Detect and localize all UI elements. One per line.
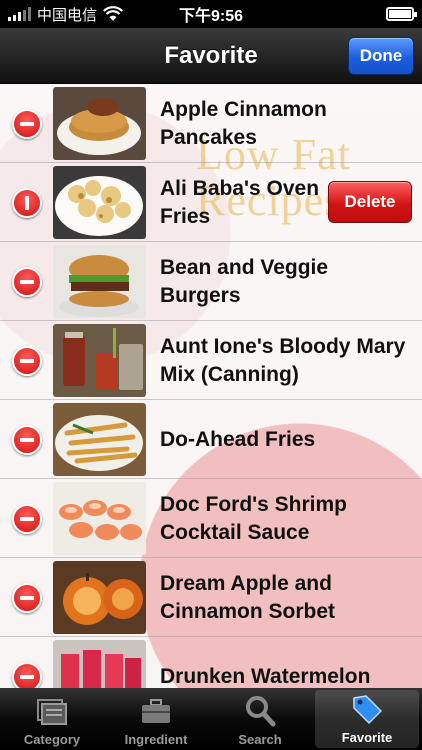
- tab-favorite[interactable]: Favorite: [315, 690, 419, 748]
- tab-search[interactable]: Search: [208, 688, 312, 750]
- recipe-thumbnail: [53, 324, 146, 397]
- category-icon: [37, 699, 67, 725]
- status-bar: 中国电信 下午9:56: [0, 0, 422, 28]
- list-item[interactable]: Doc Ford's Shrimp Cocktail Sauce: [0, 479, 422, 558]
- delete-control-icon[interactable]: [12, 425, 42, 455]
- recipe-title: Apple Cinnamon Pancakes: [160, 97, 327, 149]
- done-button[interactable]: Done: [348, 37, 414, 75]
- recipe-thumbnail: [53, 245, 146, 318]
- delete-control-icon[interactable]: [12, 109, 42, 139]
- list-item[interactable]: Ali Baba's Oven Fries Delete: [0, 163, 422, 242]
- delete-button[interactable]: Delete: [328, 181, 412, 223]
- recipe-title: Doc Ford's Shrimp Cocktail Sauce: [160, 492, 348, 544]
- recipe-thumbnail: [53, 561, 146, 634]
- recipe-title: Drunken Watermelon: [160, 664, 371, 688]
- list-item[interactable]: Drunken Watermelon: [0, 637, 422, 688]
- battery-icon: [386, 7, 417, 21]
- page-title: Favorite: [164, 41, 258, 69]
- tab-label: Category: [23, 732, 81, 747]
- recipe-thumbnail: [53, 482, 146, 555]
- list-item[interactable]: Apple Cinnamon Pancakes: [0, 84, 422, 163]
- list-item[interactable]: Do-Ahead Fries: [0, 400, 422, 479]
- magnifier-icon: [246, 696, 276, 727]
- list-item[interactable]: Aunt Ione's Bloody Mary Mix (Canning): [0, 321, 422, 400]
- tab-ingredient[interactable]: Ingredient: [104, 688, 208, 750]
- tab-bar: Category Ingredient Search Favorite: [0, 688, 422, 750]
- tab-label: Favorite: [341, 730, 393, 745]
- recipe-title: Dream Apple and Cinnamon Sorbet: [160, 571, 336, 623]
- wifi-icon: [103, 6, 123, 21]
- recipe-thumbnail: [53, 403, 146, 476]
- tab-label: Ingredient: [124, 732, 188, 747]
- delete-control-icon[interactable]: [12, 583, 42, 613]
- delete-control-icon[interactable]: [12, 346, 42, 376]
- delete-control-icon[interactable]: [12, 662, 42, 688]
- signal-icon: [8, 7, 31, 21]
- navigation-bar: Favorite Done: [0, 28, 422, 84]
- recipe-title: Do-Ahead Fries: [160, 427, 316, 451]
- delete-control-icon[interactable]: [12, 267, 42, 297]
- favorites-list[interactable]: Low Fat Recipes Apple Cinnamon Pancakes …: [0, 84, 422, 688]
- briefcase-icon: [142, 699, 170, 723]
- recipe-thumbnail: [53, 166, 146, 239]
- tag-icon: [353, 695, 383, 725]
- tab-label: Search: [238, 732, 282, 747]
- list-item[interactable]: Dream Apple and Cinnamon Sorbet: [0, 558, 422, 637]
- carrier-label: 中国电信: [37, 6, 98, 24]
- recipe-title: Aunt Ione's Bloody Mary Mix (Canning): [160, 334, 406, 386]
- recipe-thumbnail: [53, 640, 146, 688]
- recipe-thumbnail: [53, 87, 146, 160]
- list-item[interactable]: Bean and Veggie Burgers: [0, 242, 422, 321]
- delete-control-icon[interactable]: [12, 188, 42, 218]
- recipe-title: Bean and Veggie Burgers: [160, 255, 329, 307]
- status-left: 中国电信: [8, 4, 123, 25]
- status-time: 下午9:56: [178, 8, 244, 25]
- delete-control-icon[interactable]: [12, 504, 42, 534]
- recipe-title: Ali Baba's Oven Fries: [160, 176, 320, 228]
- tab-category[interactable]: Category: [0, 688, 104, 750]
